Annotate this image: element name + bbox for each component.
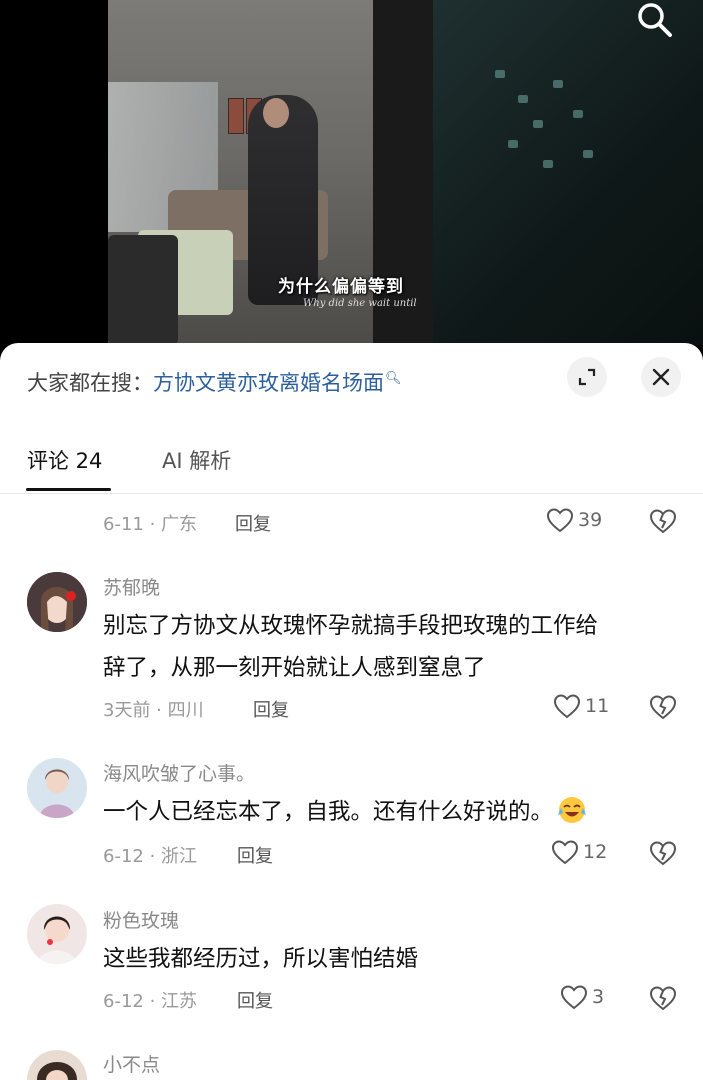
scene-sticker bbox=[518, 95, 528, 103]
broken-heart-icon bbox=[649, 509, 677, 534]
scene-sticker bbox=[543, 160, 553, 168]
heart-icon bbox=[553, 694, 581, 719]
comment-meta: 6-12 · 江苏 回复 3 bbox=[103, 984, 678, 1014]
avatar-image bbox=[27, 904, 87, 964]
comment-line-text: 一个人已经忘本了，自我。还有什么好说的。 bbox=[103, 799, 554, 825]
video-frame: 为什么偏偏等到 Why did she wait until bbox=[108, 0, 433, 345]
video-subtitle: 为什么偏偏等到 bbox=[278, 277, 404, 297]
tab-bar: 评论 24 AI 解析 bbox=[0, 439, 703, 494]
scene-frame bbox=[228, 98, 244, 134]
comment-line: 别忘了方协文从玫瑰怀孕就搞手段把玫瑰的工作给 bbox=[103, 613, 599, 639]
comment-meta: 3天前 · 四川 回复 11 bbox=[103, 693, 678, 723]
tab-ai-analysis[interactable]: AI 解析 bbox=[162, 445, 231, 475]
expand-button[interactable] bbox=[567, 357, 607, 397]
scene-sticker bbox=[573, 110, 583, 118]
avatar[interactable] bbox=[27, 1050, 87, 1080]
comment-line: 一个人已经忘本了，自我。还有什么好说的。 bbox=[103, 791, 678, 833]
close-icon bbox=[652, 368, 670, 386]
avatar[interactable] bbox=[27, 572, 87, 632]
like-button[interactable]: 3 bbox=[560, 984, 604, 1010]
video-subtitle-english: Why did she wait until bbox=[303, 298, 417, 309]
video-player[interactable]: 为什么偏偏等到 Why did she wait until bbox=[0, 0, 703, 360]
reply-button[interactable]: 回复 bbox=[235, 510, 271, 536]
broken-heart-icon bbox=[649, 695, 677, 720]
comment-date-location: 6-12 · 江苏 bbox=[103, 991, 198, 1012]
comment-author[interactable]: 粉色玫瑰 bbox=[103, 906, 179, 933]
scene-person-head bbox=[263, 98, 289, 128]
avatar-image bbox=[27, 572, 87, 632]
crying-laughing-emoji bbox=[558, 797, 587, 823]
avatar[interactable] bbox=[27, 904, 87, 964]
comment-meta: 6-11 · 广东 回复 39 bbox=[103, 507, 678, 537]
dislike-button[interactable] bbox=[649, 840, 677, 871]
reply-button[interactable]: 回复 bbox=[237, 987, 273, 1013]
like-count: 11 bbox=[585, 695, 610, 717]
search-icon bbox=[638, 3, 672, 37]
scene-chair bbox=[108, 235, 178, 345]
like-count: 39 bbox=[578, 509, 603, 531]
active-tab-indicator bbox=[26, 488, 111, 491]
small-search-icon: 🔍︎ bbox=[385, 371, 402, 386]
trending-search-prefix: 大家都在搜： bbox=[27, 371, 153, 395]
like-count: 3 bbox=[592, 986, 605, 1008]
like-button[interactable]: 11 bbox=[553, 693, 609, 719]
video-dark-area bbox=[433, 0, 703, 345]
comment-author[interactable]: 苏郁晚 bbox=[103, 573, 160, 600]
heart-icon bbox=[560, 985, 588, 1010]
comment-line: 这些我都经历过，所以害怕结婚 bbox=[103, 946, 419, 972]
expand-icon bbox=[578, 368, 596, 386]
scene-sticker bbox=[508, 140, 518, 148]
tab-comments[interactable]: 评论 24 bbox=[27, 445, 102, 475]
avatar-image bbox=[27, 758, 87, 818]
scene-sticker bbox=[583, 150, 593, 158]
comment-date-location: 6-12 · 浙江 bbox=[103, 846, 198, 867]
comment-author[interactable]: 海风吹皱了心事。 bbox=[103, 759, 255, 786]
heart-icon bbox=[551, 840, 579, 865]
comment-author[interactable]: 小不点 bbox=[103, 1050, 160, 1077]
reply-button[interactable]: 回复 bbox=[253, 696, 289, 722]
scene-sticker bbox=[495, 70, 505, 78]
comment-date-location: 6-11 · 广东 bbox=[103, 514, 198, 535]
comment-text: 一个人已经忘本了，自我。还有什么好说的。 bbox=[103, 791, 678, 833]
dislike-button[interactable] bbox=[649, 694, 677, 725]
comment-line: 辞了，从那一刻开始就让人感到窒息了 bbox=[103, 655, 486, 681]
trending-search-link[interactable]: 方协文黄亦玫离婚名场面 bbox=[153, 371, 384, 395]
scene-sticker bbox=[553, 80, 563, 88]
dislike-button[interactable] bbox=[649, 508, 677, 539]
like-count: 12 bbox=[583, 841, 608, 863]
avatar-image bbox=[27, 1050, 87, 1080]
like-button[interactable]: 39 bbox=[546, 507, 602, 533]
scene-sticker bbox=[533, 120, 543, 128]
heart-icon bbox=[546, 508, 574, 533]
trending-search[interactable]: 大家都在搜：方协文黄亦玫离婚名场面🔍︎ bbox=[27, 367, 402, 397]
reply-button[interactable]: 回复 bbox=[237, 842, 273, 868]
comment-text: 别忘了方协文从玫瑰怀孕就搞手段把玫瑰的工作给 辞了，从那一刻开始就让人感到窒息了 bbox=[103, 605, 678, 689]
like-button[interactable]: 12 bbox=[551, 839, 607, 865]
search-button[interactable] bbox=[632, 0, 678, 40]
comment-text: 这些我都经历过，所以害怕结婚 bbox=[103, 938, 678, 980]
avatar[interactable] bbox=[27, 758, 87, 818]
dislike-button[interactable] bbox=[649, 985, 677, 1016]
broken-heart-icon bbox=[649, 841, 677, 866]
comment-sheet: 大家都在搜：方协文黄亦玫离婚名场面🔍︎ 评论 24 AI 解析 6-11 · 广… bbox=[0, 343, 703, 1080]
close-button[interactable] bbox=[641, 357, 681, 397]
comment-meta: 6-12 · 浙江 回复 12 bbox=[103, 839, 678, 869]
comment-date-location: 3天前 · 四川 bbox=[103, 700, 204, 721]
broken-heart-icon bbox=[649, 986, 677, 1011]
